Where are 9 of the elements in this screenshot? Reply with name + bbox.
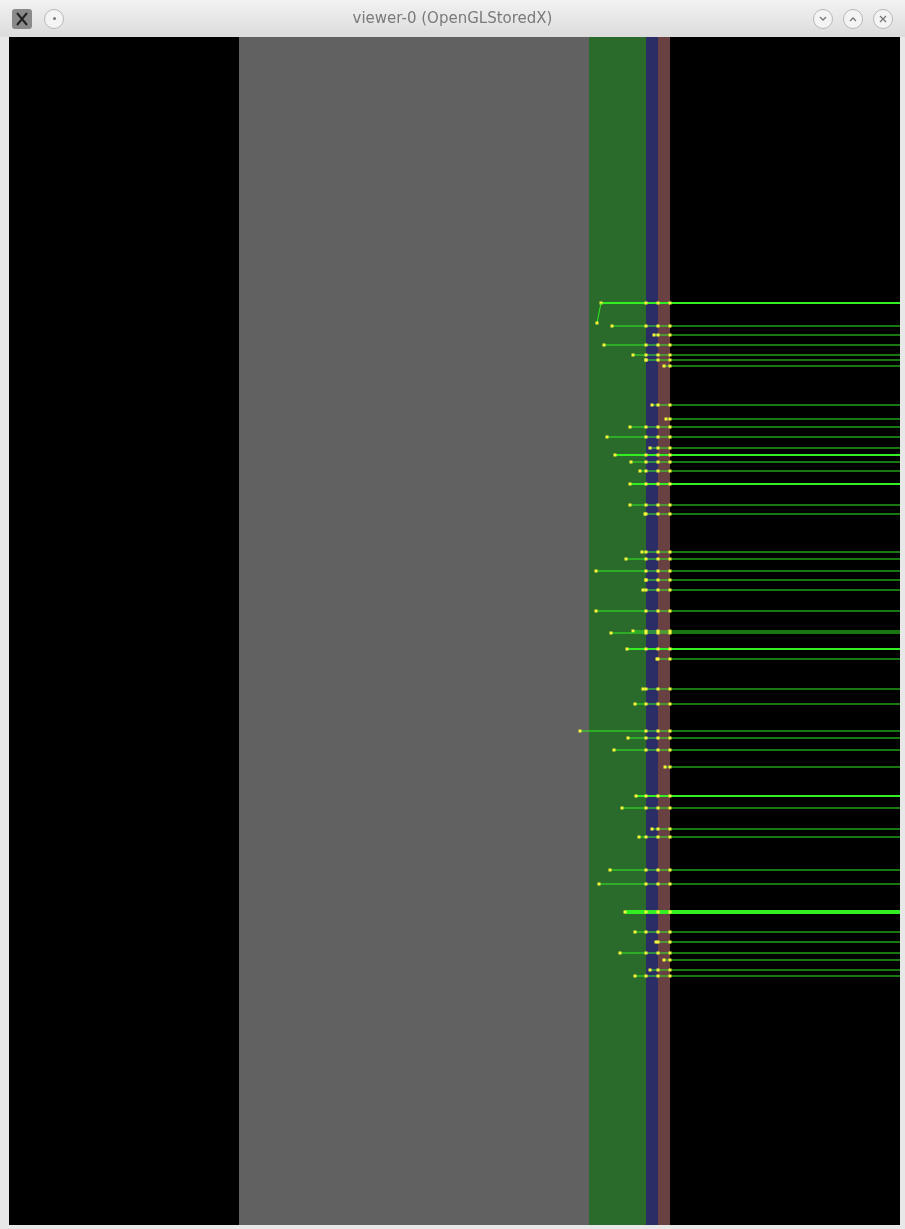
pin-button[interactable]: [44, 8, 64, 29]
app-icon[interactable]: [12, 8, 32, 29]
close-icon: [879, 14, 887, 23]
maximize-button[interactable]: [843, 8, 863, 29]
chevron-up-icon: [849, 15, 857, 22]
minimize-button[interactable]: [813, 8, 833, 29]
window-title: viewer-0 (OpenGLStoredX): [351, 8, 554, 30]
chevron-down-icon: [819, 15, 827, 22]
close-button[interactable]: [873, 8, 893, 29]
